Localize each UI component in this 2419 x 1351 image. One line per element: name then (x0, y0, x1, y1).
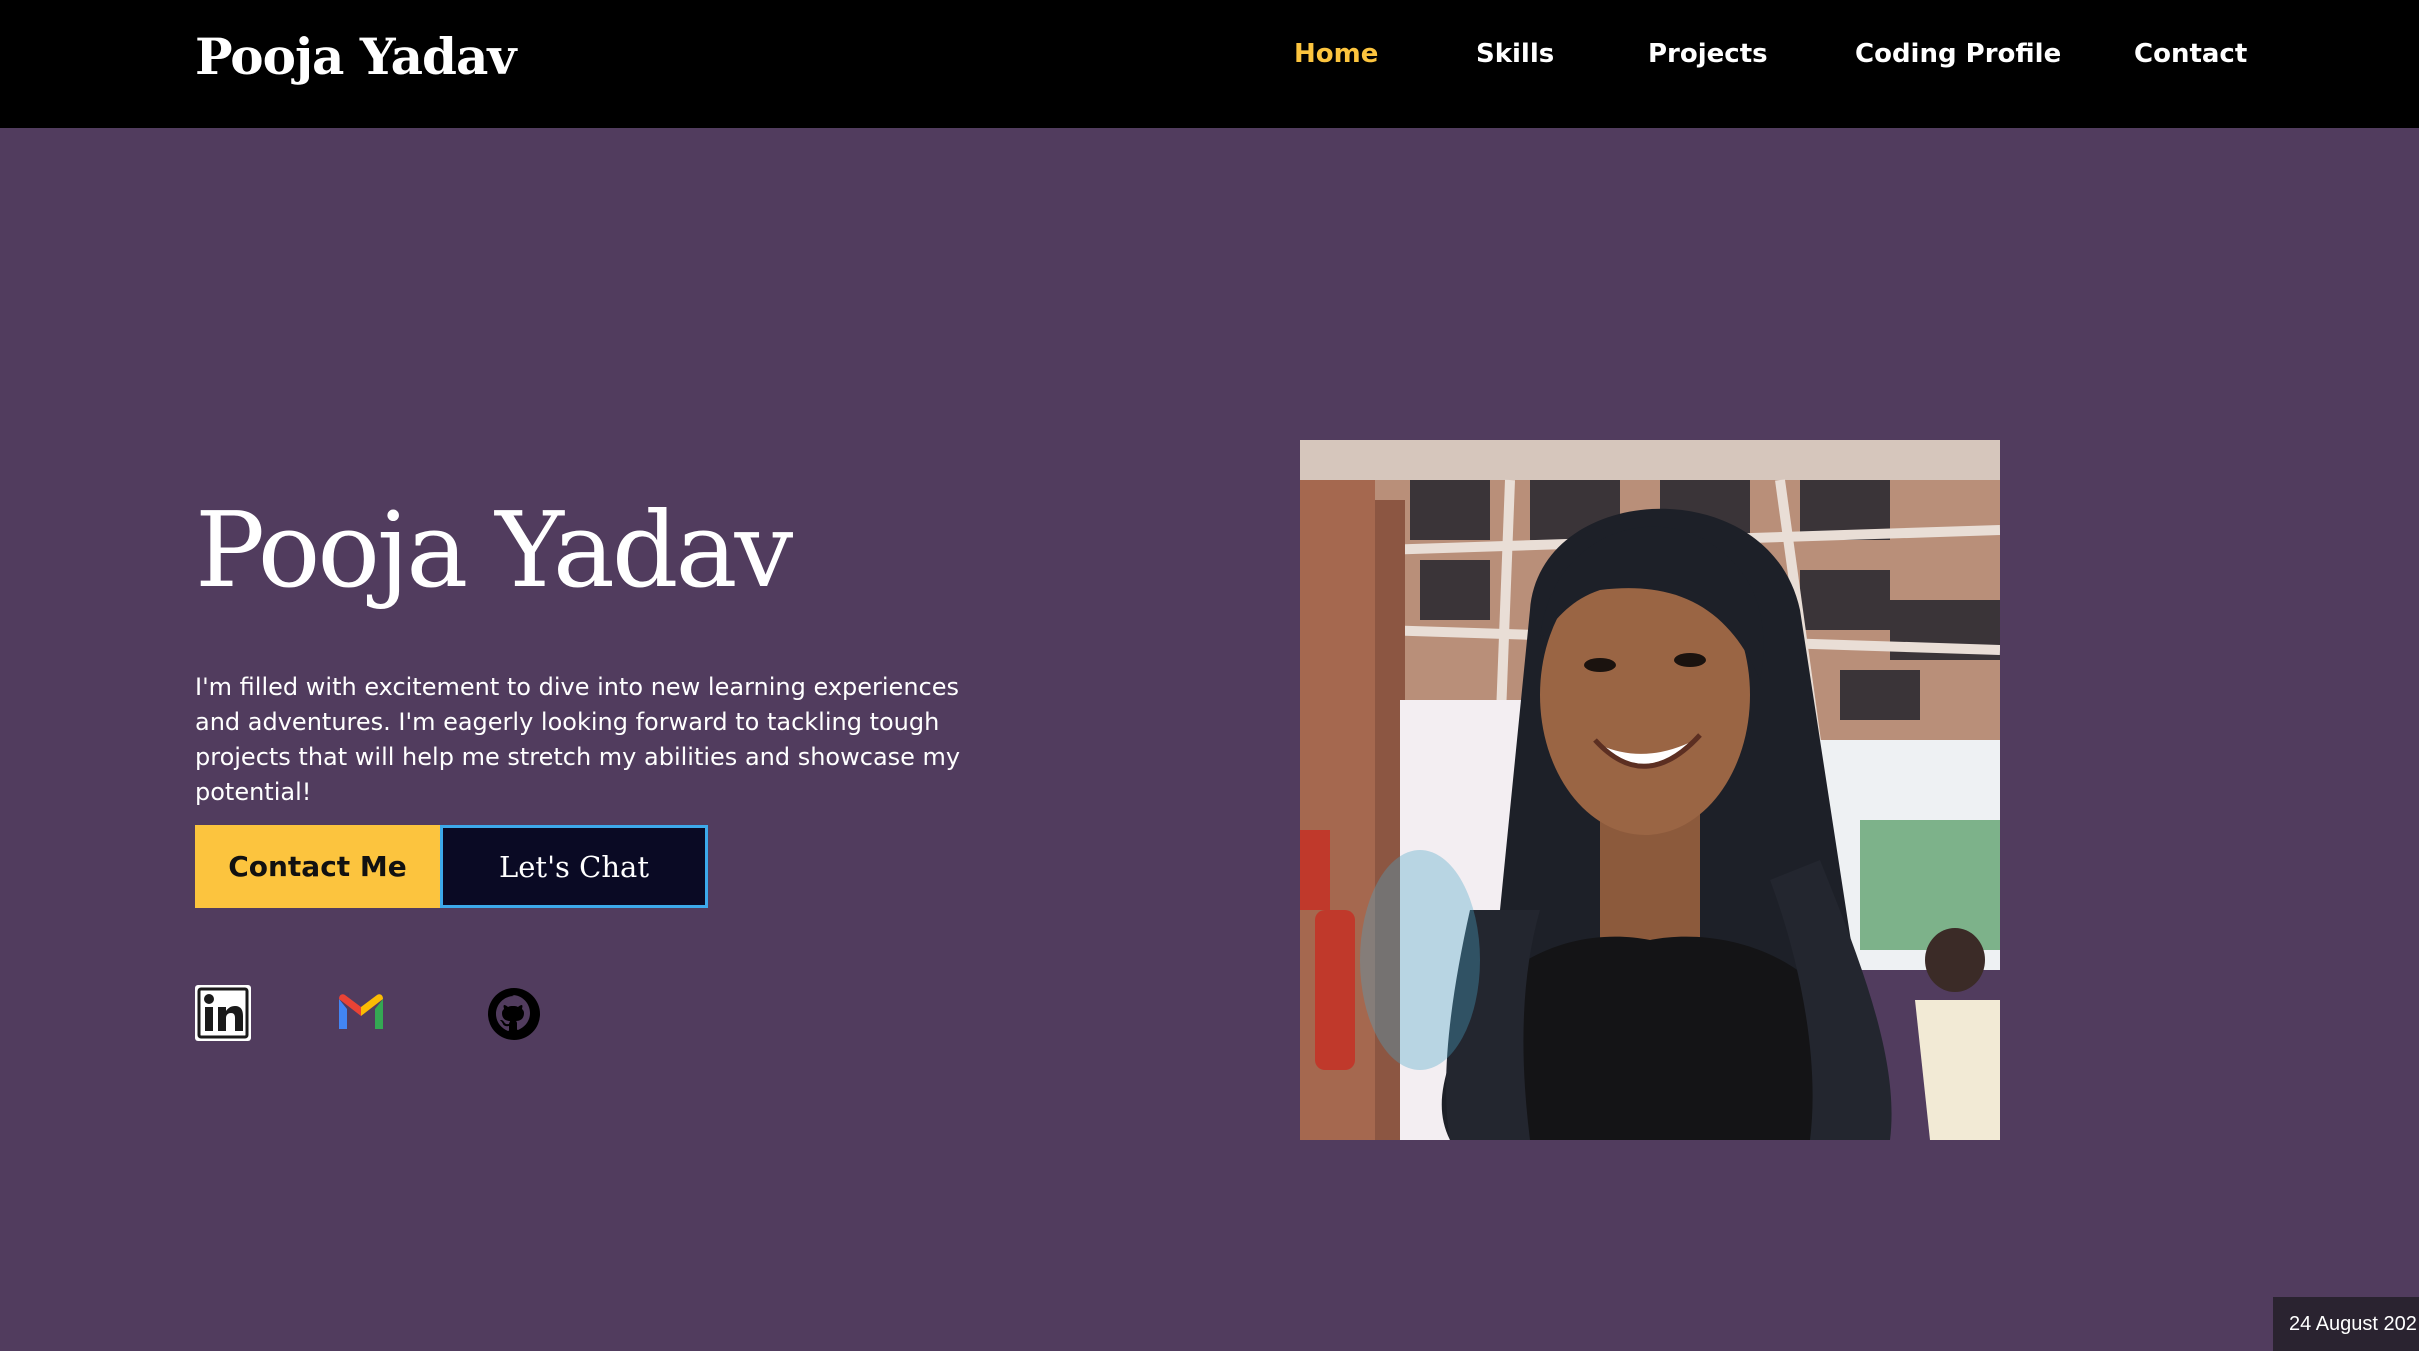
hero-description: I'm filled with excitement to dive into … (195, 673, 961, 806)
github-icon[interactable] (486, 986, 542, 1042)
linkedin-icon[interactable] (195, 985, 251, 1041)
hero-name: Pooja Yadav (195, 489, 793, 611)
nav-coding-profile[interactable]: Coding Profile (1855, 34, 2061, 74)
brand-logo-text[interactable]: Pooja Yadav (195, 22, 516, 92)
contact-me-button[interactable]: Contact Me (195, 825, 440, 908)
lets-chat-button[interactable]: Let's Chat (440, 825, 708, 908)
nav-contact[interactable]: Contact (2134, 34, 2247, 74)
nav-skills[interactable]: Skills (1476, 34, 1554, 74)
nav-projects[interactable]: Projects (1648, 34, 1768, 74)
profile-photo (1300, 440, 2000, 1140)
date-overlay-badge: 24 August 202 (2273, 1297, 2419, 1351)
top-navbar: Pooja Yadav Home Skills Projects Coding … (0, 0, 2419, 128)
gmail-icon[interactable] (333, 985, 389, 1041)
nav-home[interactable]: Home (1294, 34, 1378, 74)
